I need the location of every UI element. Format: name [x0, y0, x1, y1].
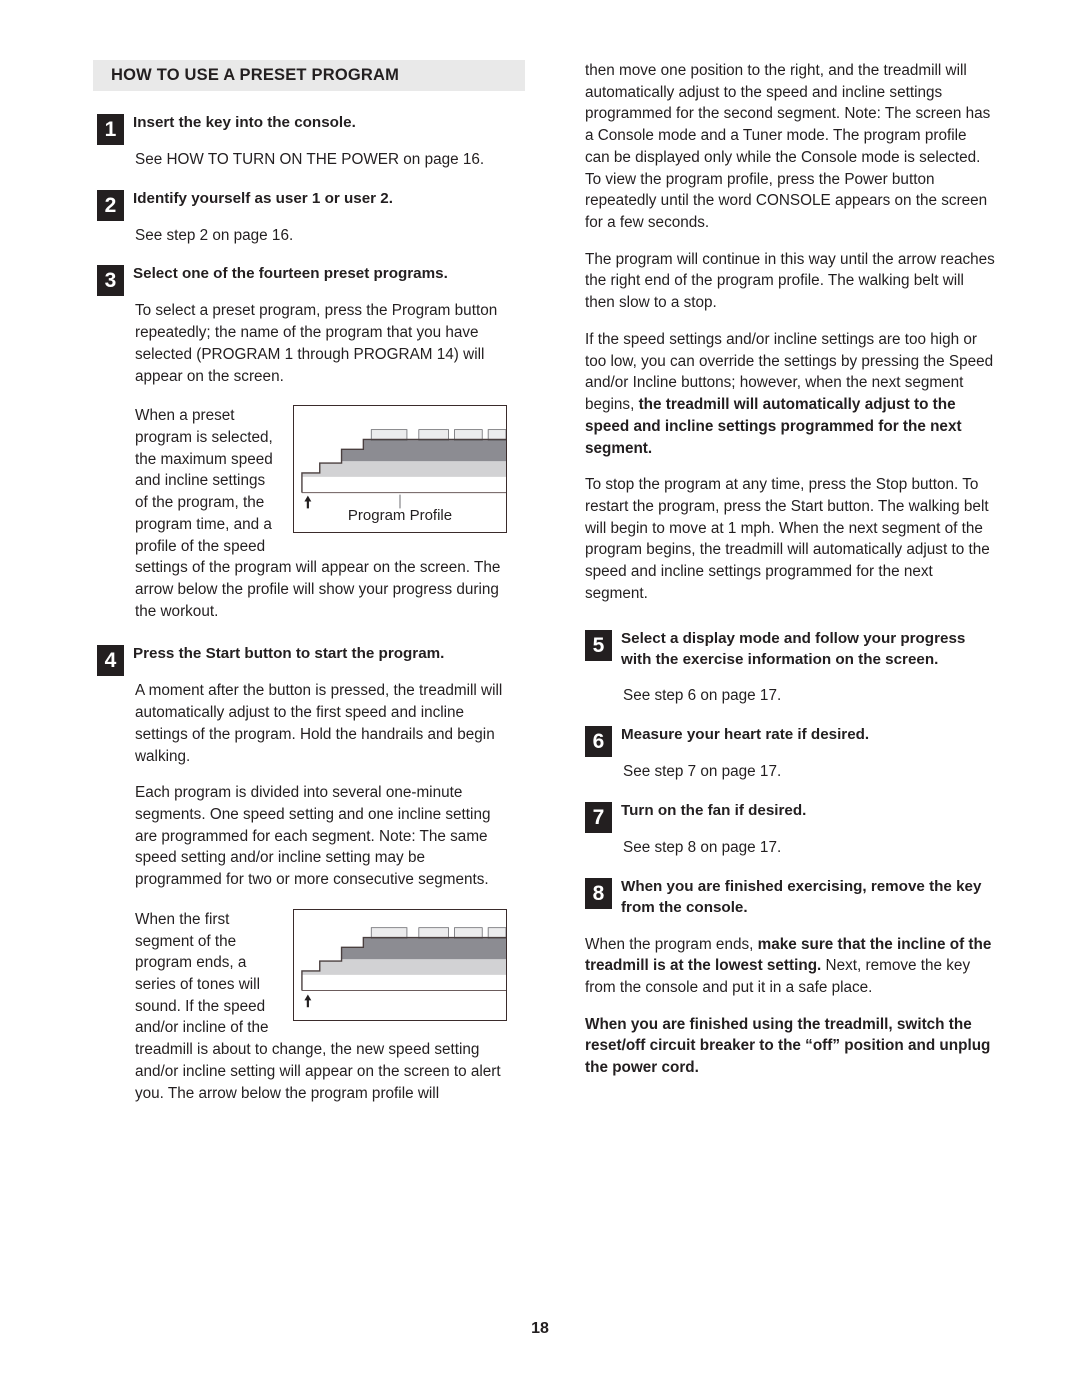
step-number-badge: 5 — [585, 629, 612, 661]
step-number-badge: 6 — [585, 726, 612, 758]
right-paragraph-3: If the speed settings and/or incline set… — [585, 329, 995, 459]
step-7: 7 Turn on the fan if desired. — [585, 801, 995, 833]
step-5: 5 Select a display mode and follow your … — [585, 629, 995, 671]
closing-plain-1: When the program ends, — [585, 935, 758, 953]
step-2: 2 Identify yourself as user 1 or user 2. — [97, 189, 507, 221]
right-paragraph-3-bold: the treadmill will automatically adjust … — [585, 396, 962, 457]
step-title: Turn on the fan if desired. — [621, 801, 807, 819]
closing-bold-2: When you are finished using the treadmil… — [585, 1015, 991, 1077]
right-paragraph-2: The program will continue in this way un… — [585, 250, 995, 312]
step-3: 3 Select one of the fourteen preset prog… — [97, 264, 507, 297]
step-number-badge: 8 — [585, 877, 612, 909]
section-header-band: HOW TO USE A PRESET PROGRAM — [93, 60, 525, 91]
step-number-badge: 1 — [97, 114, 124, 145]
program-profile-chart-2 — [301, 927, 506, 1008]
manual-page: HOW TO USE A PRESET PROGRAM 1 Insert the… — [0, 0, 1080, 1397]
step-6-paragraph: See step 7 on page 17. — [623, 763, 782, 781]
figure-caption: Program Profile — [347, 506, 453, 524]
step-4: 4 Press the Start button to start the pr… — [97, 644, 507, 677]
step-number-badge: 3 — [97, 265, 124, 297]
page-title: HOW TO USE A PRESET PROGRAM — [111, 66, 400, 84]
step-title: Select a display mode and follow your pr… — [621, 629, 966, 668]
profile-wrap-block-2: When the first segment of the program en… — [135, 908, 507, 1104]
program-profile-figure: Program Profile — [293, 405, 507, 534]
step-title: Measure your heart rate if desired. — [621, 726, 870, 744]
left-column: HOW TO USE A PRESET PROGRAM 1 Insert the… — [93, 60, 525, 1104]
step-6: 6 Measure your heart rate if desired. — [585, 725, 995, 758]
step-number-badge: 7 — [585, 801, 612, 833]
page-number: 18 — [531, 1320, 549, 1337]
step-8: 8 When you are finished exercising, remo… — [585, 877, 995, 919]
step-7-paragraph: See step 8 on page 17. — [623, 838, 782, 856]
step-number-badge: 2 — [97, 189, 124, 221]
step-1: 1 Insert the key into the console. — [97, 113, 507, 145]
program-profile-figure-2 — [293, 908, 507, 1021]
step-4-paragraph-1: A moment after the button is pressed, th… — [135, 682, 503, 765]
closing-paragraph-2: When you are finished using the treadmil… — [585, 1014, 995, 1079]
step-title: Select one of the fourteen preset progra… — [133, 265, 448, 283]
step-title: Identify yourself as user 1 or user 2. — [133, 189, 393, 207]
step-1-paragraph: See HOW TO TURN ON THE POWER on page 16. — [135, 150, 485, 168]
right-paragraph-4: To stop the program at any time, press t… — [585, 476, 990, 602]
right-column: then move one position to the right, and… — [585, 60, 995, 1079]
closing-paragraph-1: When the program ends, make sure that th… — [585, 934, 995, 999]
step-2-paragraph: See step 2 on page 16. — [135, 226, 294, 244]
step-title: Insert the key into the console. — [133, 114, 356, 131]
step-3-paragraph: To select a preset program, press the Pr… — [135, 302, 498, 385]
step-title: When you are finished exercising, remove… — [621, 877, 982, 916]
progress-arrow-icon — [304, 994, 312, 1008]
step-5-paragraph: See step 6 on page 17. — [623, 687, 782, 705]
step-number-badge: 4 — [97, 645, 124, 677]
step-title: Press the Start button to start the prog… — [133, 645, 445, 663]
profile-wrap-block: Program Profile When a preset program is… — [135, 405, 507, 622]
step-4-paragraph-2: Each program is divided into several one… — [135, 784, 491, 889]
continued-paragraph: then move one position to the right, and… — [585, 62, 991, 232]
